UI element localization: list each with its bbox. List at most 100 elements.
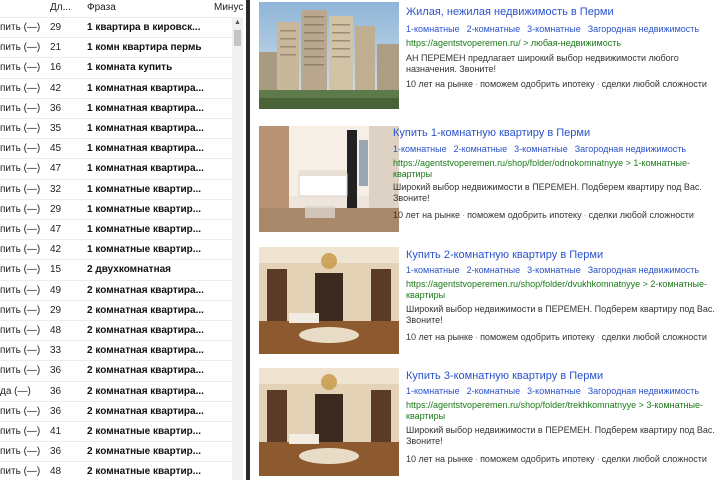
sitelink[interactable]: 1-комнатные	[406, 386, 460, 396]
row-length: 36	[50, 446, 62, 458]
ad-url[interactable]: https://agentstvoperemen.ru/ > любая-нед…	[406, 38, 716, 49]
vertical-scrollbar[interactable]: ▲	[232, 17, 243, 480]
ad-description: Широкий выбор недвижимости в ПЕРЕМЕН. По…	[393, 182, 702, 203]
row-prefix: пить (—)	[0, 466, 41, 478]
ad-sitelinks: 1-комнатные 2-комнатные 3-комнатные Загород…	[406, 24, 706, 34]
row-prefix: пить (—)	[0, 325, 41, 336]
row-length: 36	[50, 405, 62, 417]
feature: поможем одобрить ипотеку	[480, 454, 595, 464]
row-phrase: 2 комнатная квартира...	[87, 345, 204, 357]
table-row[interactable]: пить (—) 47 1 комнатная квартира...	[0, 158, 235, 179]
sitelink[interactable]: 3-комнатные	[514, 144, 568, 154]
table-row[interactable]: да (—) 36 2 комнатная квартира...	[0, 380, 235, 402]
table-row[interactable]: пить (—) 48 2 комнатные квартир...	[0, 461, 235, 480]
table-row[interactable]: пить (—) 41 2 комнатные квартир...	[0, 421, 235, 442]
sitelink[interactable]: 1-комнатные	[393, 144, 447, 154]
row-phrase: 2 двухкомнатная	[87, 264, 172, 276]
ad-url[interactable]: https://agentstvoperemen.ru/shop/folder/…	[406, 279, 718, 301]
table-row[interactable]: пить (—) 48 2 комнатная квартира...	[0, 320, 235, 341]
scroll-up-icon[interactable]: ▲	[232, 17, 243, 28]
row-length: 36	[50, 385, 62, 397]
table-row[interactable]: пить (—) 47 1 комнатные квартир...	[0, 219, 235, 240]
row-prefix: пить (—)	[0, 405, 41, 417]
table-row[interactable]: пить (—) 16 1 комната купить	[0, 57, 235, 78]
ads-preview-panel: Жилая, нежилая недвижимость в Перми 1-ко…	[250, 0, 720, 480]
table-row[interactable]: пить (—) 29 2 комнатная квартира...	[0, 299, 235, 321]
living-room-photo	[259, 368, 399, 476]
table-row[interactable]: пить (—) 36 1 комнатная квартира...	[0, 97, 235, 119]
feature: 10 лет на рынке	[406, 332, 474, 342]
row-phrase: 2 комнатная квартира...	[87, 304, 204, 316]
row-length: 42	[50, 82, 62, 94]
column-length-header[interactable]: Дл...	[50, 2, 71, 13]
ad-url[interactable]: https://agentstvoperemen.ru/shop/folder/…	[393, 158, 713, 180]
row-length: 35	[50, 123, 62, 134]
feature: поможем одобрить ипотеку	[467, 210, 582, 220]
row-phrase: 1 комнатные квартир...	[87, 203, 202, 215]
sitelink[interactable]: Загородная недвижимость	[588, 386, 699, 396]
row-phrase: 1 комнатная квартира...	[87, 123, 204, 134]
table-row[interactable]: пить (—) 36 2 комнатная квартира...	[0, 360, 235, 381]
row-prefix: пить (—)	[0, 22, 41, 33]
ad-title-link[interactable]: Купить 3-комнатную квартиру в Перми	[406, 370, 603, 382]
sitelink[interactable]: 1-комнатные	[406, 265, 460, 275]
ad-url[interactable]: https://agentstvoperemen.ru/shop/folder/…	[406, 400, 718, 422]
row-length: 48	[50, 466, 62, 478]
sitelink[interactable]: 2-комнатные	[467, 386, 521, 396]
row-prefix: пить (—)	[0, 446, 41, 458]
table-row[interactable]: пить (—) 36 2 комнатная квартира...	[0, 400, 235, 422]
sitelink[interactable]: 3-комнатные	[527, 386, 581, 396]
sitelink[interactable]: Загородная недвижимость	[575, 144, 686, 154]
sitelink[interactable]: 2-комнатные	[467, 265, 521, 275]
row-length: 15	[50, 264, 62, 276]
row-length: 33	[50, 345, 62, 357]
ad-title-link[interactable]: Купить 2-комнатную квартиру в Перми	[406, 249, 603, 261]
table-row[interactable]: пить (—) 42 1 комнатные квартир...	[0, 239, 235, 260]
ad-features: 10 лет на рынке · поможем одобрить ипотеку…	[393, 210, 694, 220]
table-row[interactable]: пить (—) 29 1 комнатные квартир...	[0, 198, 235, 220]
feature: сделки любой сложности	[601, 454, 707, 464]
sitelink[interactable]: 2-комнатные	[467, 24, 521, 34]
row-phrase: 2 комнатная квартира...	[87, 325, 204, 336]
sitelink[interactable]: 1-комнатные	[406, 24, 460, 34]
column-minus-header[interactable]: Минус	[214, 2, 243, 13]
ad-sitelinks: 1-комнатные 2-комнатные 3-комнатные Загород…	[406, 265, 706, 275]
ad-title-link[interactable]: Жилая, нежилая недвижимость в Перми	[406, 6, 614, 18]
column-phrase-header[interactable]: Фраза	[87, 2, 116, 13]
scroll-thumb[interactable]	[234, 30, 241, 46]
ad-description: Широкий выбор недвижимости в ПЕРЕМЕН. По…	[406, 304, 715, 325]
sitelink[interactable]: 3-комнатные	[527, 265, 581, 275]
table-row[interactable]: пить (—) 15 2 двухкомнатная	[0, 259, 235, 280]
row-phrase: 1 комнатные квартир...	[87, 183, 202, 195]
room-photo	[259, 126, 399, 232]
sitelink[interactable]: Загородная недвижимость	[588, 265, 699, 275]
row-length: 47	[50, 224, 62, 235]
ad-features: 10 лет на рынке · поможем одобрить ипотеку…	[406, 332, 707, 342]
table-row[interactable]: пить (—) 21 1 комн квартира пермь	[0, 37, 235, 58]
table-row[interactable]: пить (—) 45 1 комнатная квартира...	[0, 138, 235, 159]
ad-card: Купить 3-комнатную квартиру в Перми 1-ко…	[250, 364, 720, 480]
row-length: 21	[50, 42, 62, 54]
ad-title-link[interactable]: Купить 1-комнатную квартиру в Перми	[393, 127, 590, 139]
sitelink[interactable]: Загородная недвижимость	[588, 24, 699, 34]
feature: сделки любой сложности	[601, 79, 707, 89]
table-row[interactable]: пить (—) 36 2 комнатные квартир...	[0, 441, 235, 462]
sitelink[interactable]: 2-комнатные	[454, 144, 508, 154]
row-length: 47	[50, 163, 62, 175]
ad-sitelinks: 1-комнатные 2-комнатные 3-комнатные Загород…	[406, 386, 706, 396]
table-row[interactable]: пить (—) 32 1 комнатные квартир...	[0, 178, 235, 200]
row-length: 49	[50, 284, 62, 296]
row-prefix: пить (—)	[0, 284, 41, 296]
ad-card: Жилая, нежилая недвижимость в Перми 1-ко…	[250, 0, 720, 120]
row-phrase: 2 комнатные квартир...	[87, 466, 202, 478]
table-row[interactable]: пить (—) 49 2 комнатная квартира...	[0, 279, 235, 301]
row-length: 42	[50, 244, 62, 256]
row-length: 29	[50, 203, 62, 215]
sitelink[interactable]: 3-комнатные	[527, 24, 581, 34]
table-row[interactable]: пить (—) 42 1 комнатная квартира...	[0, 77, 235, 99]
row-phrase: 1 квартира в кировск...	[87, 22, 201, 33]
row-phrase: 2 комнатная квартира...	[87, 385, 204, 397]
table-row[interactable]: пить (—) 35 1 комнатная квартира...	[0, 118, 235, 139]
table-row[interactable]: пить (—) 29 1 квартира в кировск...	[0, 17, 235, 38]
table-row[interactable]: пить (—) 33 2 комнатная квартира...	[0, 340, 235, 361]
